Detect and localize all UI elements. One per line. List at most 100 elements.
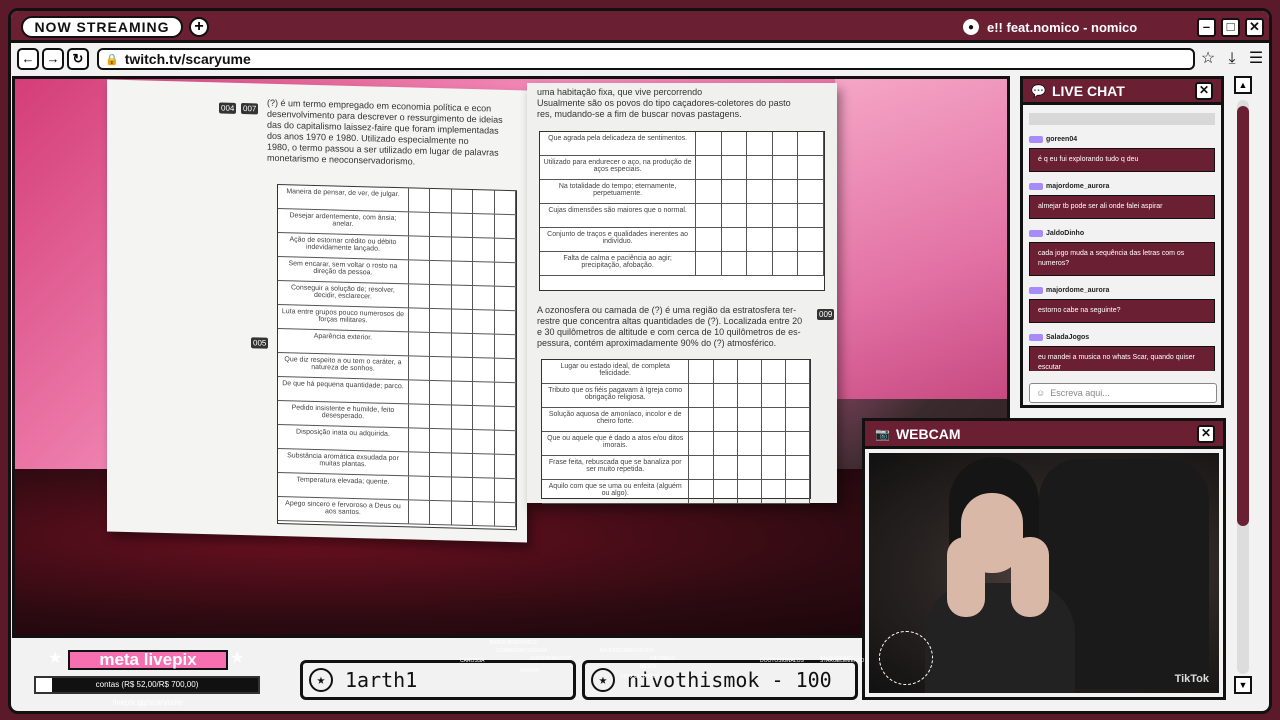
book-table-cell [738,432,762,455]
user-panel-1: ★ 1arth1 [300,660,576,700]
chat-bubble-icon: 💬 [1031,83,1046,98]
add-tab-button[interactable]: + [189,17,209,37]
book-table-cell [408,476,431,500]
book-table-cell [747,228,773,251]
book-table-cell [786,360,811,383]
close-button[interactable]: ✕ [1245,18,1264,37]
webcam-header: 📷 WEBCAM ✕ [865,421,1223,449]
book-table-clue: Utilizado para endurecer o aço, na produ… [540,156,697,179]
now-playing-text: e!! feat.nomico - nomico [987,19,1138,35]
chat-top-bar [1029,113,1215,125]
book-table-cell [430,236,452,261]
book-table-cell [408,452,431,476]
scroll-up-button[interactable]: ▲ [1234,76,1252,94]
book-table-clue: Temperatura elevada; quente. [278,472,409,500]
book-table-cell [798,228,824,251]
book-table-clue: Solução aquosa de amoníaco, incolor e de… [542,408,690,431]
book-table-cell [451,429,474,454]
minimize-button[interactable]: – [1197,18,1216,37]
chat-message: majordome_aurora estorno cabe na seguinte… [1029,284,1215,323]
book-table-cell [747,204,773,227]
book-table-clue: Substância aromática exsudada por muitas… [278,448,409,476]
webcam-close-button[interactable]: ✕ [1197,425,1215,443]
book-table-cell [786,480,811,503]
disc-icon: ● [963,19,979,35]
book-table-cell [747,252,773,275]
book-table-row: Aquilo com que se uma ou enfeita (alguém… [542,480,811,504]
chat-message-text: é q eu fui explorando tudo q deu [1029,148,1215,172]
webcam-title: WEBCAM [895,425,961,442]
book-table-clue: Lugar ou estado ideal, de completa felic… [542,360,690,383]
book-table-cell [408,428,431,452]
webcam-panel: 📷 WEBCAM ✕ TikTok [862,418,1226,700]
nav-bar: ← → ↻ 🔒 twitch.tv/scaryume ☆ ⤓ ☰ [11,46,1269,76]
star-icon[interactable]: ☆ [1197,48,1219,70]
chat-input[interactable]: ☺ Escreva aqui... [1029,383,1217,403]
reload-button[interactable]: ↻ [67,48,89,70]
book-paragraph-right-top: uma habitação fixa, que vive percorrendo… [537,87,791,119]
person-hand-left [947,537,985,617]
book-table-cell [430,452,452,477]
book-table-cell [494,502,516,527]
book-table-cell [773,180,799,203]
now-streaming-badge: NOW STREAMING [21,16,183,38]
book-table-left: Maneira de pensar, de ver, de julgar. Des… [277,183,517,531]
book-table-cell [451,261,474,286]
book-table-cell [689,408,714,431]
chat-close-button[interactable]: ✕ [1195,82,1213,100]
chat-message-text: cada jogo muda a sequência das letras co… [1029,242,1215,276]
book-table-cell [473,310,495,334]
book-table-clue: Que diz respeito a ou tem o caráter, a n… [278,352,409,380]
chat-messages: goreen04 é q eu fui explorando tudo q deu… [1029,113,1215,371]
star-icon: ★ [48,650,63,667]
chat-message: majordome_aurora almejar tb pode ser ali … [1029,180,1215,219]
address-bar[interactable]: 🔒 twitch.tv/scaryume [97,48,1195,70]
emoji-icon[interactable]: ☺ [1036,388,1045,398]
meta-url: livepix.gg/scaryume [112,698,184,707]
chat-message-text: eu mandei a musica no whats Scar, quando… [1029,346,1215,371]
book-table-row: Na totalidade do tempo; eternamente, per… [540,180,824,204]
book-table-cell [430,380,452,405]
book-table-row: Solução aquosa de amoníaco, incolor e de… [542,408,811,432]
back-button[interactable]: ← [17,48,39,70]
book-table-clue: Aparência exterior. [278,328,409,356]
book-table-clue: Apego sincero e fervoroso a Deus ou aos … [278,496,409,524]
maximize-button[interactable]: □ [1221,18,1240,37]
book-table-clue: Disposição inata ou adquirida. [278,424,409,452]
book-table-cell [408,380,431,404]
book-table-cell [786,432,811,455]
book-table-cell [762,384,786,407]
chat-username[interactable]: goreen04 [1029,133,1215,145]
book-table-cell [738,480,762,503]
background-wall [835,79,1007,399]
book-table-cell [786,456,811,479]
chat-username[interactable]: majordome_aurora [1029,180,1215,192]
chat-message: SaladaJogos eu mandei a musica no whats S… [1029,331,1215,371]
scroll-thumb[interactable] [1237,106,1249,526]
chat-username[interactable]: majordome_aurora [1029,284,1215,296]
chat-username[interactable]: JaldoDinho [1029,227,1215,239]
book-table-cell [762,432,786,455]
chat-username[interactable]: SaladaJogos [1029,331,1215,343]
book-table-cell [696,252,722,275]
book-table-cell [722,156,748,179]
book-table-cell [722,204,748,227]
book-table-cell [451,237,474,262]
user-badges-icon [1029,333,1043,341]
scroll-down-button[interactable]: ▼ [1234,676,1252,694]
title-bar: NOW STREAMING + ● e!! feat.nomico - nomi… [11,11,1269,43]
book-table-cell [430,332,452,357]
book-table-cell [408,260,431,284]
download-icon[interactable]: ⤓ [1221,48,1243,70]
book-table-row: Utilizado para endurecer o aço, na produ… [540,156,824,180]
book-table-cell [473,190,495,214]
book-table-clue: Que ou aquele que é dado a atos e/ou dit… [542,432,690,455]
person-hand-right [1011,537,1049,617]
chat-message: JaldoDinho cada jogo muda a sequência das… [1029,227,1215,276]
menu-icon[interactable]: ☰ [1245,48,1267,70]
book-table-cell [473,262,495,286]
page-scrollbar[interactable]: ▲ ▼ [1234,76,1254,698]
forward-button[interactable]: → [42,48,64,70]
book-left-page: 004 007 005 (?) é um termo empregado em … [107,79,527,543]
camera-icon: 📷 [875,426,890,441]
